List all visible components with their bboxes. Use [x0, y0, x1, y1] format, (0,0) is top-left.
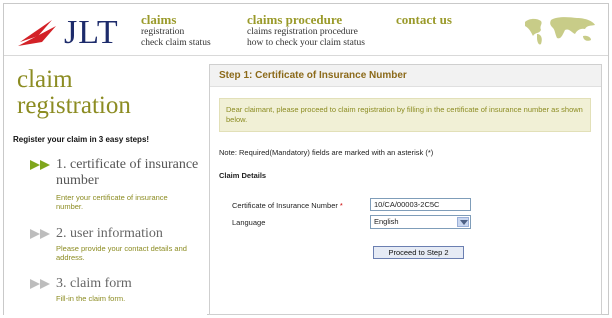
section-title: Claim Details: [219, 171, 267, 180]
nav-link-how-to-check[interactable]: how to check your claim status: [247, 38, 365, 49]
chevron-down-icon: [460, 220, 468, 225]
step-2-desc-line1: Please provide your contact details and: [56, 244, 187, 253]
proceed-button[interactable]: Proceed to Step 2: [373, 246, 464, 259]
language-label: Language: [232, 218, 266, 227]
jlt-swoosh-icon: [18, 20, 56, 46]
notice-box: Dear claimant, please proceed to claim r…: [219, 98, 591, 132]
sidebar-title: claim registration: [17, 67, 131, 119]
nav-link-registration-procedure[interactable]: claims registration procedure: [247, 27, 365, 38]
nav-contact: contact us: [396, 13, 452, 27]
nav-link-check-claim-status[interactable]: check claim status: [141, 38, 211, 49]
nav-contact-title[interactable]: contact us: [396, 13, 452, 27]
step-1-title: 1. certificate of insurance number: [56, 157, 198, 189]
language-selected-value: English: [374, 217, 399, 226]
cert-number-label: Certificate of Insurance Number *: [232, 201, 343, 210]
step-heading: Step 1: Certificate of Insurance Number: [219, 70, 407, 81]
notice-text: Dear claimant, please proceed to claim r…: [226, 105, 583, 124]
main-panel: Step 1: Certificate of Insurance Number …: [209, 64, 602, 315]
logo-text: JLT: [64, 14, 119, 51]
page-frame: JLT claims registration check claim stat…: [3, 3, 609, 315]
dropdown-button[interactable]: [457, 217, 469, 227]
world-map-icon: [525, 17, 595, 45]
step-3-desc: Fill-in the claim form.: [56, 294, 126, 303]
nav-procedure-title[interactable]: claims procedure: [247, 13, 365, 27]
double-arrow-icon: [30, 229, 50, 239]
step-2-desc-line2: address.: [56, 253, 85, 262]
sidebar-title-line1: claim: [17, 66, 73, 93]
sidebar-title-line2: registration: [17, 92, 131, 119]
nav-claims-title[interactable]: claims: [141, 13, 211, 27]
step-1-desc-line1: Enter your certificate of insurance: [56, 193, 168, 202]
step-1-desc: Enter your certificate of insurance numb…: [56, 193, 168, 211]
required-asterisk: *: [339, 201, 343, 210]
step-1-title-line2: number: [56, 173, 99, 188]
double-arrow-icon: [30, 160, 50, 170]
sidebar-intro: Register your claim in 3 easy steps!: [13, 135, 150, 144]
step-3-title: 3. claim form: [56, 276, 132, 291]
step-heading-bar: Step 1: Certificate of Insurance Number: [210, 65, 601, 87]
nav-procedure: claims procedure claims registration pro…: [247, 13, 365, 49]
nav-claims: claims registration check claim status: [141, 13, 211, 49]
double-arrow-icon: [30, 279, 50, 289]
step-1-title-line1: 1. certificate of insurance: [56, 157, 199, 172]
jlt-logo[interactable]: JLT: [18, 14, 128, 51]
nav-link-registration[interactable]: registration: [141, 27, 211, 38]
step-1-desc-line2: number.: [56, 202, 84, 211]
cert-number-label-text: Certificate of Insurance Number: [232, 201, 338, 210]
step-2-desc: Please provide your contact details and …: [56, 244, 187, 262]
step-2-title: 2. user information: [56, 226, 163, 241]
header: JLT claims registration check claim stat…: [4, 4, 608, 56]
required-note: Note: Required(Mandatory) fields are mar…: [219, 148, 434, 157]
cert-number-input[interactable]: 10/CA/00003-2C5C: [370, 198, 471, 211]
language-select[interactable]: English: [370, 215, 471, 229]
